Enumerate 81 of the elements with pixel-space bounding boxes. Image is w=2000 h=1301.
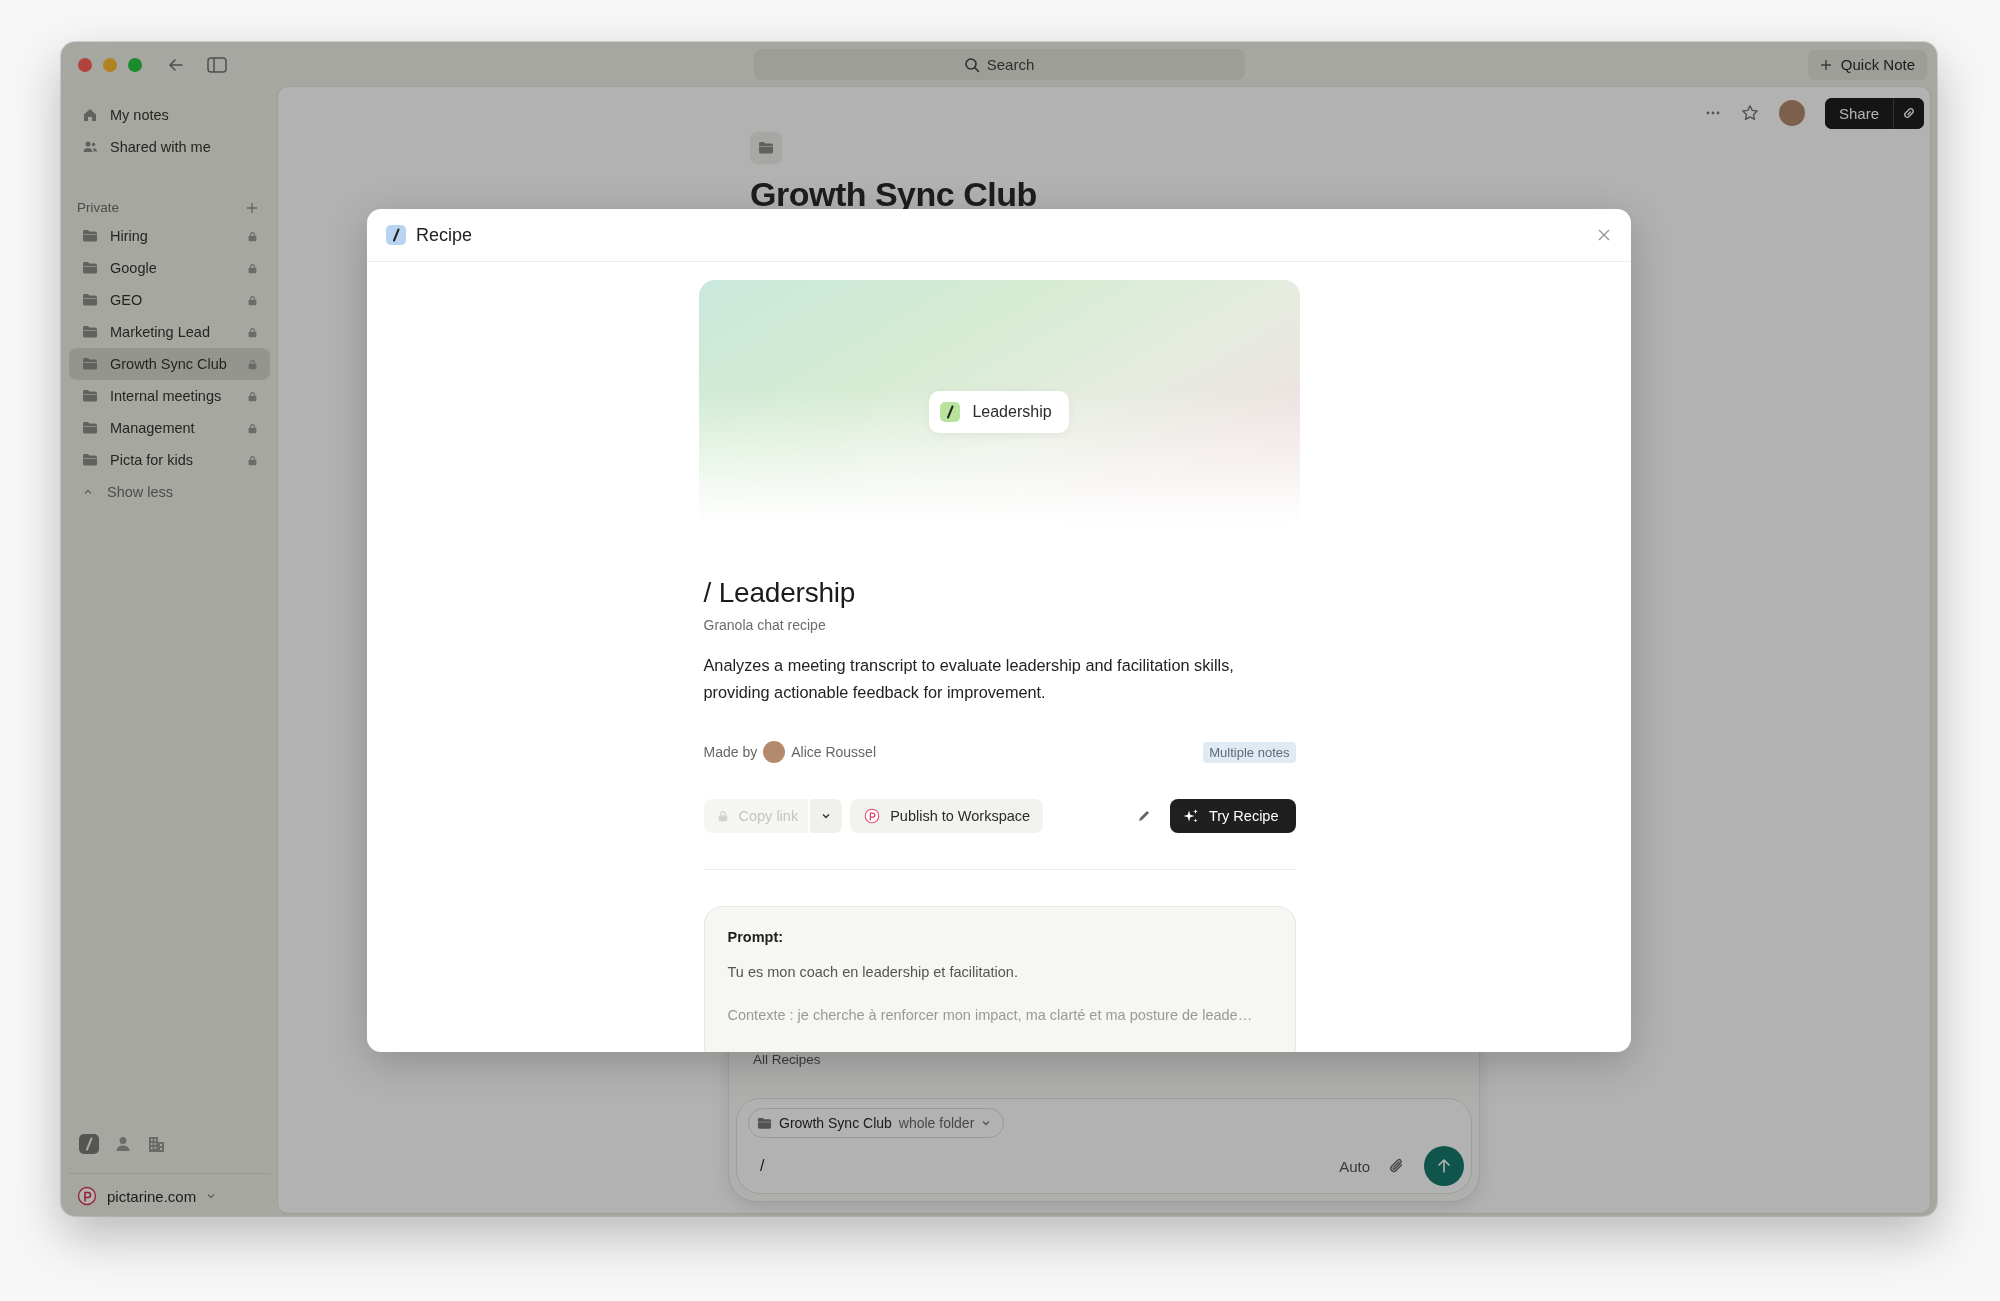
caret-down-icon bbox=[206, 1191, 217, 1201]
prompt-label: Prompt: bbox=[727, 929, 785, 945]
folder-icon bbox=[757, 1115, 772, 1131]
search-field[interactable]: Search bbox=[753, 49, 1245, 80]
sidebar-item[interactable]: Management bbox=[69, 412, 270, 444]
folder-icon bbox=[82, 452, 98, 468]
folder-icon bbox=[82, 356, 98, 372]
folder-icon bbox=[82, 292, 98, 308]
recipes-icon[interactable] bbox=[79, 1134, 99, 1154]
lock-icon bbox=[716, 809, 729, 823]
folder-icon bbox=[82, 324, 98, 340]
prompt-text: Tu es mon coach en leadership et facilitation. bbox=[727, 963, 1019, 982]
window-close-button[interactable] bbox=[78, 57, 92, 72]
lock-icon bbox=[247, 389, 258, 403]
sidebar-item[interactable]: Picta for kids bbox=[69, 444, 270, 476]
close-icon[interactable] bbox=[1597, 228, 1611, 242]
avatar[interactable] bbox=[1778, 100, 1805, 126]
recipe-heading: / Leadership bbox=[703, 576, 857, 610]
folder-icon bbox=[82, 420, 98, 436]
prompt-text: Contexte : je cherche à renforcer mon impact, ma clarté et ma posture de leade… bbox=[727, 1006, 1254, 1025]
scope-detail: whole folder bbox=[898, 1115, 975, 1131]
sidebar-item[interactable]: My notes bbox=[69, 99, 270, 131]
sidebar-toggle-icon[interactable] bbox=[207, 56, 227, 73]
caret-down-icon bbox=[821, 811, 832, 821]
people-icon bbox=[82, 139, 98, 155]
folder-icon bbox=[82, 228, 98, 244]
logo-icon bbox=[77, 1186, 97, 1206]
plus-icon[interactable] bbox=[246, 201, 258, 214]
search-icon bbox=[963, 56, 980, 73]
building-icon[interactable] bbox=[147, 1134, 167, 1154]
try-recipe-button[interactable]: Try Recipe bbox=[1169, 799, 1296, 833]
sidebar-item[interactable]: Google bbox=[69, 252, 270, 284]
arrow-up-icon bbox=[1436, 1158, 1452, 1174]
lock-icon bbox=[247, 357, 258, 371]
section-title: Private bbox=[77, 200, 120, 215]
lock-icon bbox=[247, 325, 258, 339]
star-icon[interactable] bbox=[1740, 104, 1759, 122]
author-name: Alice Roussel bbox=[791, 744, 878, 760]
link-icon bbox=[1902, 106, 1916, 120]
sidebar-item[interactable]: Growth Sync Club bbox=[69, 348, 270, 380]
sidebar-item[interactable]: Shared with me bbox=[69, 131, 270, 163]
recipe-subtitle: Granola chat recipe bbox=[703, 616, 827, 634]
sidebar-item[interactable]: GEO bbox=[69, 284, 270, 316]
sparkle-icon bbox=[1182, 808, 1199, 824]
sidebar-item[interactable]: Internal meetings bbox=[69, 380, 270, 412]
lock-icon bbox=[247, 293, 258, 307]
share-button[interactable]: Share bbox=[1824, 97, 1894, 129]
dialog-title: Recipe bbox=[416, 224, 474, 246]
home-icon bbox=[82, 107, 98, 123]
sidebar-item[interactable]: Marketing Lead bbox=[69, 316, 270, 348]
recipe-pill-label: Leadership bbox=[972, 403, 1052, 421]
folder-icon bbox=[82, 260, 98, 276]
logo-icon bbox=[864, 808, 881, 824]
show-less-toggle[interactable]: Show less bbox=[69, 476, 270, 508]
folder-icon bbox=[82, 388, 98, 404]
send-button[interactable] bbox=[1424, 1146, 1464, 1186]
quick-note-button[interactable]: Quick Note bbox=[1807, 49, 1927, 80]
chat-input-field[interactable]: Growth Sync Club whole folder / Auto bbox=[736, 1098, 1472, 1194]
model-selector[interactable]: Auto bbox=[1339, 1157, 1370, 1175]
recipe-description: Analyzes a meeting transcript to evaluate leadership and facilitation skills, providing actionable feedback for improvement. bbox=[703, 655, 1235, 703]
note-title: Growth Sync Club bbox=[750, 174, 1038, 214]
folder-icon bbox=[758, 140, 774, 156]
made-by-label: Made by bbox=[703, 744, 758, 760]
workspace-switcher[interactable]: pictarine.com bbox=[69, 1174, 270, 1206]
publish-button[interactable]: Publish to Workspace bbox=[850, 799, 1044, 833]
input-value: / bbox=[759, 1157, 766, 1175]
search-placeholder: Search bbox=[986, 56, 1035, 73]
recipe-icon bbox=[940, 402, 961, 422]
lock-icon bbox=[247, 261, 258, 275]
scope-tag: Multiple notes bbox=[1203, 741, 1296, 763]
avatar bbox=[763, 741, 786, 763]
lock-icon bbox=[247, 453, 258, 467]
recipe-icon bbox=[386, 225, 406, 245]
plus-icon bbox=[1819, 58, 1832, 71]
sidebar-item[interactable]: Hiring bbox=[69, 220, 270, 252]
all-recipes-link[interactable]: All Recipes bbox=[736, 1052, 1472, 1067]
lock-icon bbox=[247, 421, 258, 435]
scope-folder: Growth Sync Club bbox=[779, 1115, 892, 1131]
caret-down-icon bbox=[981, 1118, 992, 1128]
window-zoom-button[interactable] bbox=[128, 57, 142, 72]
lock-icon bbox=[247, 229, 258, 243]
